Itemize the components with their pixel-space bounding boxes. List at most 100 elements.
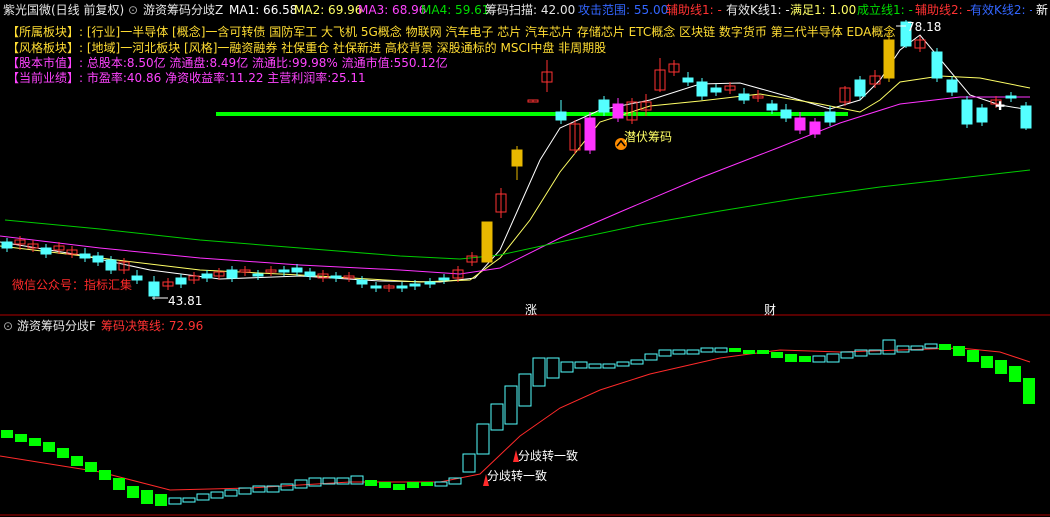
chip-bar-green xyxy=(1,430,13,438)
chip-bar-cyan xyxy=(560,361,574,373)
candle-down xyxy=(105,259,117,271)
chip-bar-cyan xyxy=(224,489,238,497)
chip-bar-green xyxy=(1023,378,1035,404)
chip-bar-cyan xyxy=(686,349,700,355)
high-price-label: 78.18 xyxy=(907,20,942,34)
chip-bar-cyan xyxy=(182,497,196,503)
chip-bar-cyan xyxy=(826,353,840,363)
chip-bar-cyan xyxy=(168,497,182,505)
chip-bar-green xyxy=(407,482,419,488)
chip-bar-cyan xyxy=(490,403,504,431)
ma4-line xyxy=(4,169,1031,260)
candle-down xyxy=(931,51,943,79)
chip-bar-cyan xyxy=(518,373,532,407)
candle-down xyxy=(409,283,421,287)
candle-down xyxy=(370,285,382,289)
candle-down xyxy=(824,111,836,123)
chip-bar-green xyxy=(729,348,741,352)
wechat-label: 微信公众号：指标汇集 xyxy=(12,278,133,292)
chip-bar-green xyxy=(743,350,755,354)
chip-bar-cyan xyxy=(924,343,938,349)
candle-down xyxy=(961,99,973,125)
candle-down xyxy=(438,277,450,281)
ambush-label: 潜伏筹码 xyxy=(624,130,673,144)
chip-bar-green xyxy=(953,346,965,356)
candle-down xyxy=(226,269,238,279)
chip-bar-green xyxy=(85,462,97,472)
candle-down xyxy=(175,277,187,285)
candle-down xyxy=(201,273,213,279)
candle-down xyxy=(1020,105,1032,129)
chip-bar-cyan xyxy=(210,491,224,499)
candle-down xyxy=(148,281,160,297)
low-price-label: 43.81 xyxy=(168,294,203,308)
chip-bar-cyan xyxy=(462,453,476,473)
chip-bar-cyan xyxy=(350,475,364,485)
candle-down xyxy=(92,255,104,263)
chip-bar-cyan xyxy=(574,361,588,369)
chip-bar-green xyxy=(967,350,979,362)
chip-bar-green xyxy=(939,344,951,350)
candle-down xyxy=(131,275,143,281)
gold-candle xyxy=(883,39,895,79)
ma2-line xyxy=(0,75,1031,283)
candle-down xyxy=(356,279,368,285)
chip-bar-green xyxy=(71,456,83,466)
chip-bar-cyan xyxy=(504,385,518,425)
candle-down xyxy=(1,241,13,249)
chip-bar-green xyxy=(981,356,993,368)
candle-down xyxy=(291,267,303,273)
chip-bar-cyan xyxy=(280,483,294,491)
chip-bar-cyan xyxy=(588,363,602,369)
chip-bar-cyan xyxy=(616,361,630,367)
lower-indicator-name[interactable]: 游资筹码分歧F xyxy=(17,319,96,333)
chip-bar-green xyxy=(127,486,139,498)
chip-bar-cyan xyxy=(238,487,252,495)
chip-bar-cyan xyxy=(672,349,686,355)
candle-down xyxy=(252,273,264,277)
chip-bar-green xyxy=(29,438,41,446)
crosshair-icon: ✚ xyxy=(995,99,1005,113)
chip-bar-green xyxy=(995,360,1007,374)
magenta-candle xyxy=(612,103,624,119)
chip-bar-cyan xyxy=(434,481,448,487)
chip-bar-cyan xyxy=(644,353,658,361)
limit-up-mark: 涨 xyxy=(525,303,538,317)
candle-down xyxy=(738,93,750,101)
candle-down xyxy=(555,111,567,121)
candle-down xyxy=(1005,95,1017,99)
candle-down xyxy=(976,107,988,123)
chip-bar-cyan xyxy=(840,351,854,359)
lower-collapse-icon[interactable]: ⊙ xyxy=(3,319,13,333)
chip-bar-green xyxy=(785,354,797,362)
candle-down xyxy=(682,77,694,83)
chip-bar-green xyxy=(57,448,69,458)
chip-bar-green xyxy=(421,482,433,486)
chip-bar-cyan xyxy=(896,345,910,353)
diverge-label-upper: 分歧转一致 xyxy=(518,449,579,463)
candlestick-chart[interactable]: ✚ xyxy=(0,0,1050,517)
candle-down xyxy=(424,281,436,285)
chip-bar-green xyxy=(99,470,111,480)
candle-down xyxy=(946,79,958,93)
chip-bar-green xyxy=(43,442,55,452)
ma3-line xyxy=(0,96,1030,275)
chip-bar-cyan xyxy=(882,339,896,355)
candle-down xyxy=(304,271,316,277)
chip-bar-green xyxy=(799,356,811,362)
chip-bar-cyan xyxy=(476,423,490,455)
magenta-candle xyxy=(809,121,821,135)
chip-bar-green xyxy=(757,350,769,354)
chip-bar-cyan xyxy=(630,359,644,365)
chip-bar-cyan xyxy=(532,357,546,387)
candle-down xyxy=(766,103,778,111)
gold-candle xyxy=(481,221,493,263)
candle-down xyxy=(696,81,708,97)
chip-bar-cyan xyxy=(602,363,616,369)
chip-bar-cyan xyxy=(294,479,308,489)
candle-down xyxy=(780,109,792,119)
candle-down xyxy=(854,79,866,97)
chip-bar-cyan xyxy=(658,349,672,357)
candle-down xyxy=(330,275,342,279)
chip-bar-green xyxy=(393,484,405,490)
